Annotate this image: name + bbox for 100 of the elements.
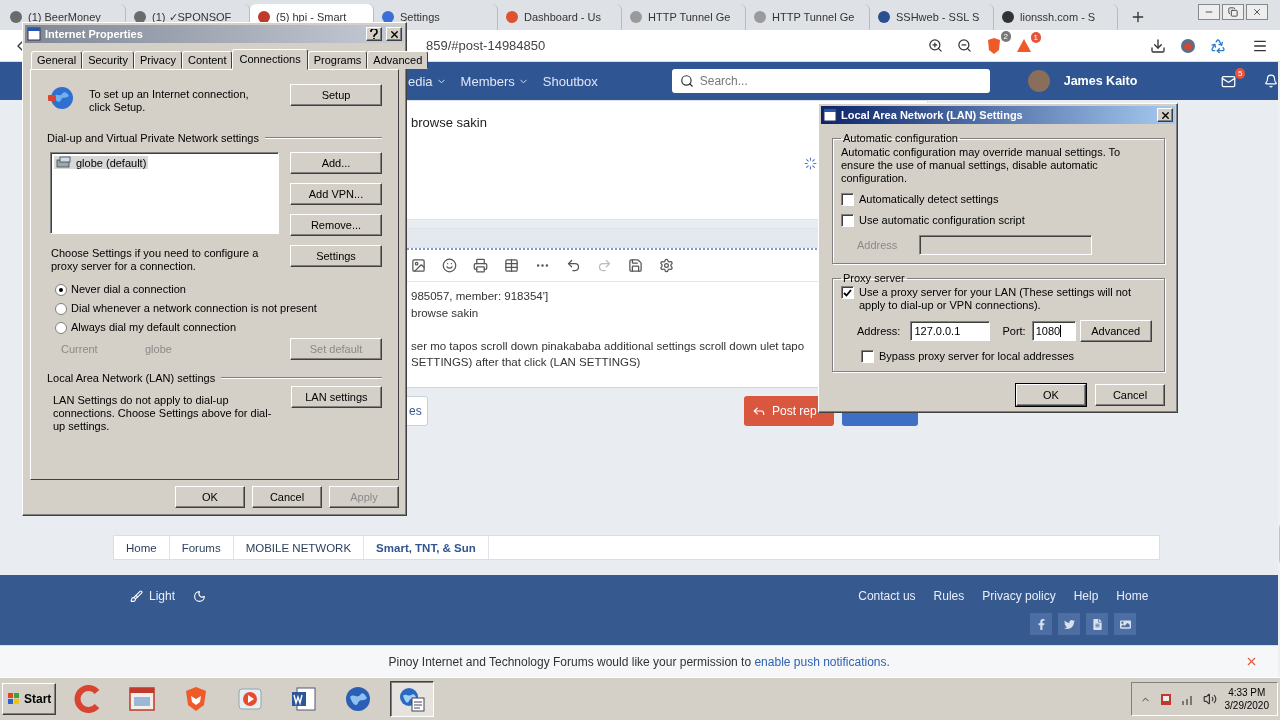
user-name[interactable]: James Kaito (1063, 74, 1138, 88)
undo-icon[interactable] (566, 258, 581, 273)
checkbox[interactable] (861, 350, 874, 363)
restore-button[interactable] (1222, 4, 1244, 20)
radio-label: Dial whenever a network connection is not present (71, 302, 317, 315)
dialog-button[interactable]: Remove... (290, 214, 382, 236)
address-label: Address: (857, 324, 901, 338)
radio-label: Never dial a connection (71, 283, 186, 296)
advanced-button[interactable]: Advanced (1079, 320, 1152, 342)
settings-icon[interactable] (659, 258, 674, 273)
window-icon (27, 27, 41, 41)
dialog-button[interactable]: OK (175, 486, 245, 508)
extension-icon[interactable] (1180, 37, 1196, 54)
clock-time: 4:33 PM (1228, 686, 1266, 699)
dialog-button[interactable]: Cancel (252, 486, 322, 508)
address-field[interactable]: 127.0.0.1 (910, 321, 991, 341)
moon-icon[interactable] (193, 589, 207, 603)
table-icon[interactable] (504, 258, 519, 273)
reply-icon (752, 404, 766, 418)
tab[interactable]: Content (181, 51, 233, 69)
address-field[interactable] (919, 235, 1093, 255)
setup-button[interactable]: Setup (290, 84, 382, 106)
footer-link[interactable]: Privacy policy (982, 589, 1056, 603)
breadcrumb-link[interactable]: Forums (169, 536, 234, 559)
download-icon[interactable] (1150, 37, 1166, 54)
image-icon[interactable] (1114, 613, 1137, 635)
list-item[interactable]: globe (default) (54, 156, 149, 169)
radio-button[interactable] (55, 302, 67, 315)
dialog-button[interactable]: OK (1016, 384, 1086, 406)
footer-link[interactable]: Home (1116, 589, 1149, 603)
tab[interactable]: Programs (307, 51, 368, 69)
new-tab-button[interactable] (1130, 9, 1146, 25)
address-label: Address (857, 238, 898, 252)
dialog-button[interactable]: Add VPN... (290, 183, 382, 205)
footer-link[interactable]: Rules (933, 589, 965, 603)
nav-item[interactable]: edia (408, 73, 433, 89)
minimize-button[interactable] (1198, 4, 1220, 20)
zoom-out-icon[interactable] (957, 38, 972, 53)
globe-icon (47, 84, 75, 112)
checkbox[interactable] (841, 193, 854, 206)
help-icon (370, 29, 378, 39)
checkbox[interactable] (841, 286, 854, 299)
twitter-icon[interactable] (1058, 613, 1081, 635)
tab[interactable]: Advanced (367, 51, 429, 69)
tab[interactable]: General (31, 51, 83, 69)
help-button[interactable] (366, 27, 382, 41)
breadcrumb-link[interactable]: Smart, TNT, & Sun (364, 536, 489, 559)
search-field[interactable]: Search... (671, 69, 990, 93)
proxy-hint: Choose Settings if you need to configure a proxy server for a connection. (50, 247, 260, 273)
footer-link[interactable]: Help (1073, 589, 1099, 603)
image-icon[interactable] (411, 258, 426, 273)
group-title: Proxy server (842, 272, 906, 284)
connection-list[interactable]: globe (default) (50, 152, 279, 234)
nav-item[interactable]: Shoutbox (542, 73, 598, 89)
tab[interactable]: Privacy (133, 51, 182, 69)
document-icon[interactable] (1086, 613, 1109, 635)
clock[interactable]: 4:33 PM 3/29/2020 (1224, 686, 1269, 712)
note-text: Automatic configuration may override manual settings. To ensure the use of manual settings, disable automatic configuration. (841, 146, 1122, 185)
breadcrumb-link[interactable]: Home (114, 536, 170, 559)
checkbox-label: Automatically detect settings (859, 193, 999, 206)
shield-icon[interactable] (986, 36, 1002, 55)
footer-link[interactable]: Contact us (858, 589, 916, 603)
clock-date: 3/29/2020 (1224, 699, 1269, 712)
dialog-button[interactable]: Cancel (1095, 384, 1165, 406)
close-button[interactable] (1246, 4, 1268, 20)
theme-link[interactable]: Light (149, 589, 176, 603)
notification-link[interactable]: enable push notifications. (754, 654, 890, 669)
checkbox[interactable] (841, 214, 854, 227)
recycle-icon[interactable] (1210, 37, 1226, 54)
security-icon[interactable] (1158, 691, 1173, 707)
mail-icon[interactable] (1221, 73, 1237, 89)
port-field[interactable]: 1080 (1031, 321, 1076, 341)
lan-settings-button[interactable]: LAN settings (290, 386, 382, 408)
lan-text: LAN Settings do not apply to dial-up connections. Choose Settings above for dial-up settings. (53, 394, 273, 433)
close-icon (1252, 7, 1262, 17)
taskbar-button[interactable] (390, 681, 435, 717)
window-icon[interactable] (127, 684, 158, 714)
facebook-icon[interactable] (1030, 613, 1053, 635)
close-icon (1159, 109, 1171, 121)
start-button[interactable]: Start (2, 683, 57, 715)
printer-icon[interactable] (473, 258, 488, 273)
bell-icon[interactable] (1264, 74, 1279, 88)
tab[interactable]: Connections (232, 49, 308, 70)
radio-button[interactable] (55, 321, 67, 334)
radio-button[interactable] (55, 283, 67, 296)
speaker-icon[interactable] (1202, 692, 1217, 706)
save-icon[interactable] (628, 258, 643, 273)
triangle-icon[interactable] (1016, 38, 1032, 53)
url-text[interactable]: 859/#post-14984850 (426, 38, 546, 53)
signal-icon[interactable] (1180, 693, 1195, 705)
settings-button[interactable]: Settings (290, 245, 382, 267)
smiley-icon[interactable] (442, 258, 457, 273)
dialog-button[interactable]: Add... (290, 152, 382, 174)
checkbox-label: Bypass proxy server for local addresses (879, 350, 1075, 363)
tab[interactable]: Security (82, 51, 134, 69)
breadcrumb-link[interactable]: MOBILE NETWORK (233, 536, 365, 559)
zoom-in-icon[interactable] (928, 38, 943, 53)
nav-item[interactable]: Members (460, 73, 515, 89)
restore-icon (1228, 7, 1238, 17)
radio-label: Always dial my default connection (71, 321, 237, 334)
